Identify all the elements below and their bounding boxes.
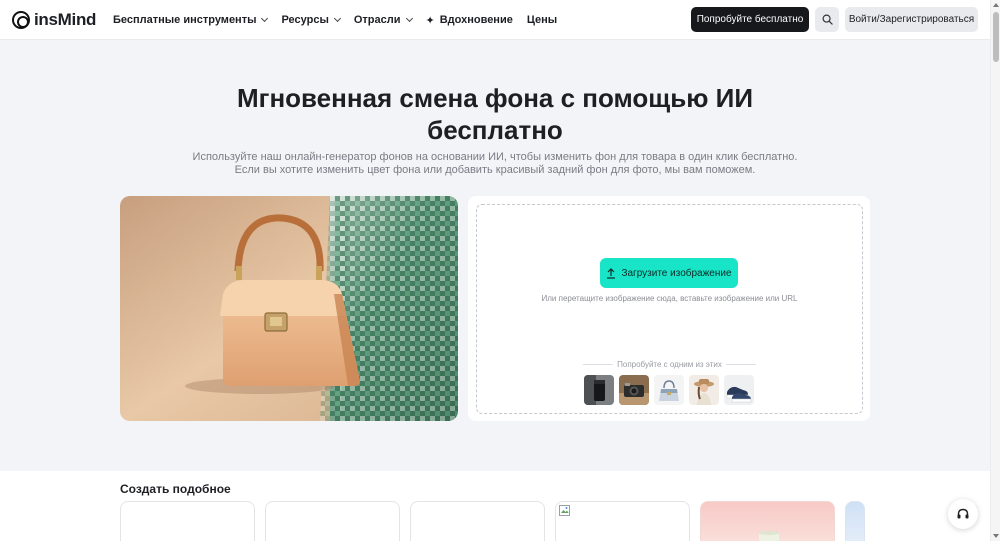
nav-resources[interactable]: Ресурсы: [281, 14, 341, 26]
search-button[interactable]: [815, 7, 839, 32]
page-title: Мгновенная смена фона с помощью ИИ беспл…: [0, 82, 990, 146]
sample-camera[interactable]: [619, 375, 649, 405]
nav-label: Вдохновение: [439, 14, 513, 26]
nav-free-tools[interactable]: Бесплатные инструменты: [113, 14, 269, 26]
sample-sneakers[interactable]: [724, 375, 754, 405]
subtitle-line-2: Если вы хотите изменить цвет фона или до…: [234, 164, 756, 176]
page-scrollbar[interactable]: [990, 0, 1000, 541]
template-card[interactable]: [410, 501, 545, 541]
divider: [725, 364, 756, 366]
template-card[interactable]: [700, 501, 835, 541]
title-line-1: Мгновенная смена фона с помощью ИИ: [236, 83, 754, 113]
title-line-2: бесплатно: [427, 115, 563, 145]
upload-image-button[interactable]: Загрузите изображение: [600, 258, 738, 288]
main-nav: Бесплатные инструменты Ресурсы Отрасли ✦…: [113, 0, 557, 40]
upload-hint: Или перетащите изображение сюда, вставьт…: [541, 294, 798, 303]
template-card[interactable]: [120, 501, 255, 541]
chevron-down-icon: [333, 14, 341, 23]
logo[interactable]: insMind: [12, 10, 96, 30]
sparkle-icon: ✦: [425, 14, 435, 27]
sample-woman-hat[interactable]: [689, 375, 719, 405]
logo-text: insMind: [34, 10, 97, 29]
scroll-thumb[interactable]: [993, 12, 999, 62]
page-subtitle: Используйте наш онлайн-генератор фонов н…: [0, 151, 990, 177]
sample-handbag[interactable]: [654, 375, 684, 405]
broken-image-icon: [559, 505, 570, 516]
nav-label: Цены: [526, 14, 558, 26]
chevron-down-icon: [405, 14, 413, 23]
divider: [583, 364, 614, 366]
samples-label: Попробуйте с одним из этих: [476, 360, 863, 369]
logo-icon: [12, 11, 30, 29]
nav-inspiration[interactable]: ✦ Вдохновение: [426, 14, 513, 27]
chevron-down-icon: [261, 14, 269, 23]
login-register-button[interactable]: Войти/Зарегистрироваться: [845, 7, 978, 32]
search-icon: [822, 14, 833, 25]
template-card[interactable]: [845, 501, 865, 541]
scroll-down-arrow-icon[interactable]: [993, 534, 999, 538]
upload-button-label: Загрузите изображение: [621, 267, 732, 279]
section-title: Создать подобное: [120, 482, 231, 496]
nav-industries[interactable]: Отрасли: [353, 14, 413, 26]
support-chat-button[interactable]: [948, 499, 978, 529]
upload-icon: [607, 267, 616, 279]
try-free-button[interactable]: Попробуйте бесплатно: [691, 7, 809, 32]
nav-label: Ресурсы: [281, 14, 329, 26]
nav-label: Бесплатные инструменты: [113, 14, 257, 26]
top-nav-bar: insMind Бесплатные инструменты Ресурсы О…: [0, 0, 990, 40]
nav-pricing[interactable]: Цены: [527, 14, 557, 26]
template-card[interactable]: [265, 501, 400, 541]
demo-before-after-image: [120, 196, 458, 421]
scroll-up-arrow-icon[interactable]: [993, 3, 999, 7]
sample-tumbler[interactable]: [584, 375, 614, 405]
subtitle-line-1: Используйте наш онлайн-генератор фонов н…: [192, 151, 798, 163]
samples-label-text: Попробуйте с одним из этих: [617, 360, 722, 369]
headset-icon: [957, 508, 969, 519]
nav-label: Отрасли: [353, 14, 401, 26]
template-card[interactable]: [555, 501, 690, 541]
